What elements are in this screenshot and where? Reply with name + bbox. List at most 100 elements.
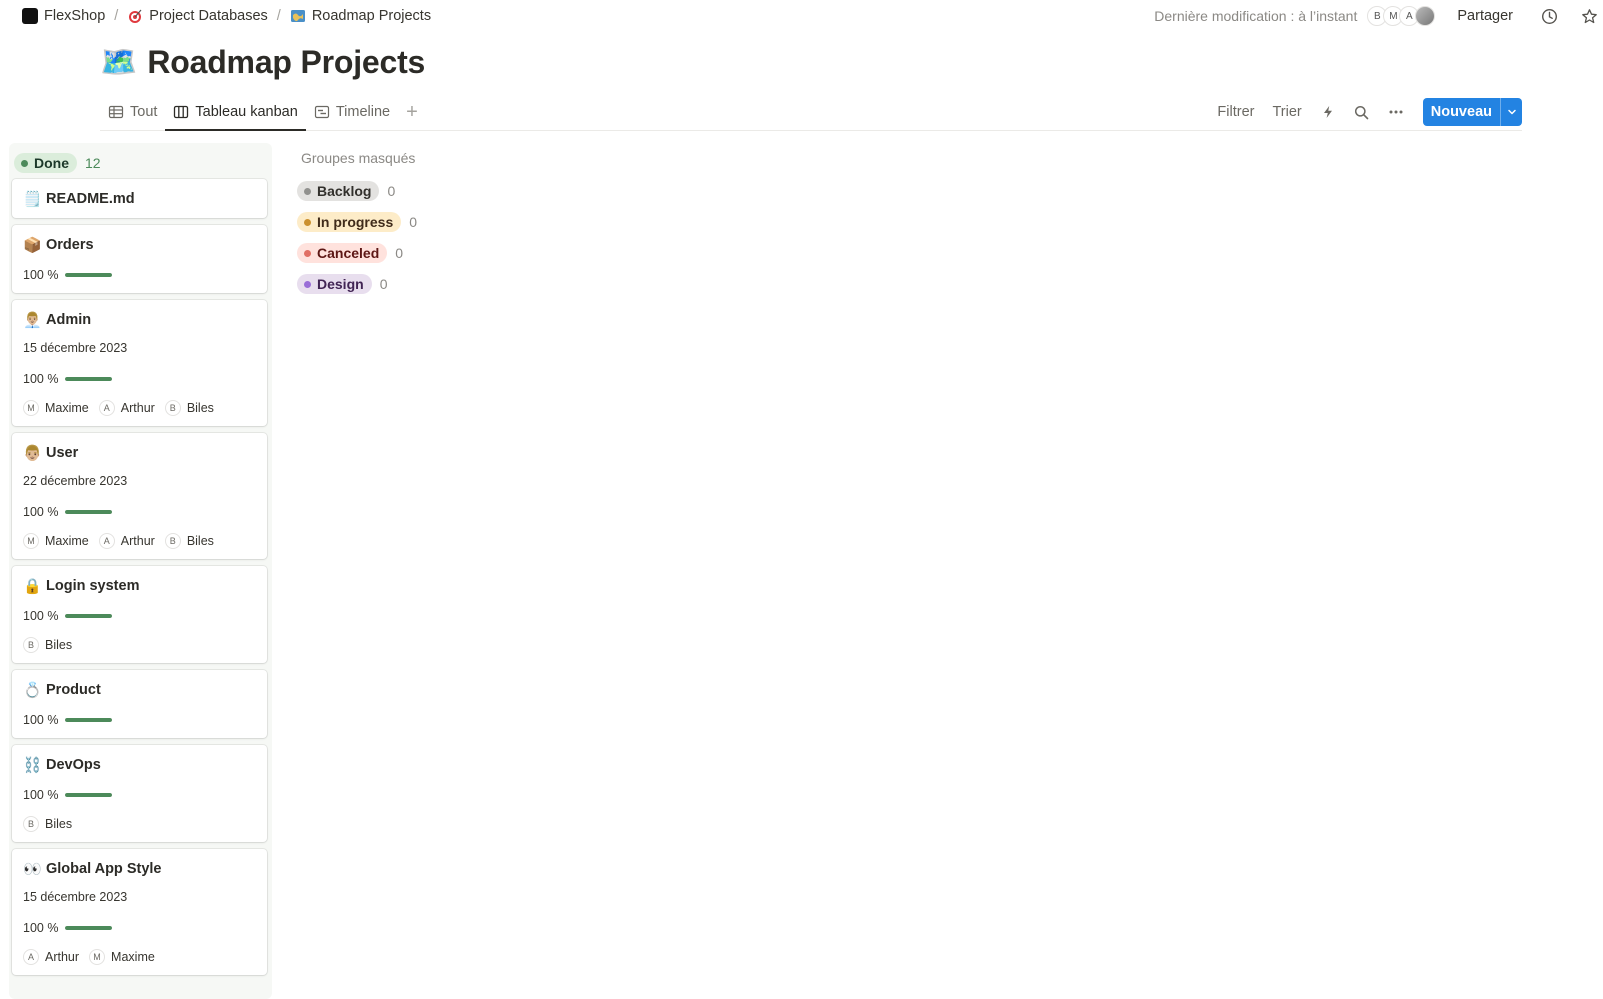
share-button[interactable]: Partager (1457, 8, 1513, 24)
progress-text: 100 % (23, 268, 59, 282)
avatar: M (23, 400, 39, 416)
history-icon[interactable] (1539, 6, 1559, 26)
progress-bar (65, 793, 113, 797)
avatar: B (23, 816, 39, 832)
progress-bar (65, 510, 113, 514)
tab-tableau-kanban[interactable]: Tableau kanban (165, 94, 307, 131)
person-tag: A Arthur (98, 400, 155, 416)
search-icon[interactable] (1350, 100, 1374, 124)
kanban-card[interactable]: 👨🏼‍💼 Admin 15 décembre 2023 100 % M Maxime A Ar… (12, 300, 267, 426)
star-icon[interactable] (1579, 6, 1599, 26)
group-label: Canceled (317, 245, 380, 261)
status-badge: In progress (297, 212, 402, 232)
card-progress: 100 % (23, 503, 256, 521)
chevron-down-icon[interactable] (1500, 98, 1522, 126)
hidden-group-row[interactable]: Canceled 0 (297, 243, 417, 263)
breadcrumb-label: Project Databases (149, 8, 268, 24)
status-dot (21, 159, 28, 167)
person-tag: B Biles (164, 533, 214, 549)
kanban-card[interactable]: 👨🏼 User 22 décembre 2023 100 % M Maxime A Arthu… (12, 433, 267, 559)
card-title: 👨🏼 User (23, 443, 256, 463)
kanban-card[interactable]: 📦 Orders 100 % (12, 225, 267, 293)
card-people: M Maxime A Arthur B Biles (23, 399, 256, 417)
kanban-card[interactable]: 👀 Global App Style 15 décembre 2023 100 % A A… (12, 849, 267, 975)
progress-text: 100 % (23, 505, 59, 519)
status-dot (304, 249, 311, 257)
breadcrumb-item-project-databases[interactable]: Project Databases (127, 8, 268, 24)
breadcrumb-separator: / (276, 8, 281, 24)
tab-timeline[interactable]: Timeline (306, 94, 398, 130)
avatar: B (23, 637, 39, 653)
kanban-card[interactable]: 💍 Product 100 % (12, 670, 267, 738)
kanban-card[interactable]: 🗒️ README.md (12, 179, 267, 218)
avatar: M (23, 533, 39, 549)
group-label: Backlog (317, 183, 372, 199)
hidden-group-row[interactable]: Design 0 (297, 274, 417, 294)
progress-text: 100 % (23, 372, 59, 386)
person-name: Maxime (45, 534, 89, 548)
add-view-icon[interactable]: + (398, 101, 426, 124)
map-icon (290, 10, 305, 22)
card-title-text: Product (46, 682, 101, 698)
avatar: B (164, 533, 181, 549)
card-icon: 👀 (23, 861, 42, 878)
tab-label: Timeline (335, 104, 391, 120)
new-button-label[interactable]: Nouveau (1423, 98, 1500, 126)
person-name: Biles (45, 817, 73, 831)
sort-button[interactable]: Trier (1265, 104, 1308, 120)
collaborator-avatars[interactable]: B M A (1367, 6, 1436, 26)
card-title: 👨🏼‍💼 Admin (23, 310, 256, 330)
card-title-text: Global App Style (46, 861, 162, 877)
avatar: A (98, 400, 115, 416)
status-badge: Design (297, 274, 372, 294)
page-title[interactable]: Roadmap Projects (147, 44, 425, 81)
card-title: 📦 Orders (23, 235, 256, 255)
hidden-group-row[interactable]: In progress 0 (297, 212, 417, 232)
progress-bar-fill (65, 377, 113, 381)
last-modified-text: Dernière modification : à l’instant (1154, 8, 1358, 24)
progress-bar (65, 926, 113, 930)
progress-text: 100 % (23, 713, 59, 727)
breadcrumb: FlexShop / Project Databases / Roadmap P… (22, 8, 431, 24)
person-tag: M Maxime (23, 400, 89, 416)
group-count: 0 (409, 214, 418, 230)
page-header: 🗺️ Roadmap Projects (100, 44, 425, 81)
card-title-text: Login system (46, 578, 140, 594)
card-icon: 🔒 (23, 578, 42, 595)
hidden-groups-title: Groupes masqués (301, 150, 416, 166)
person-name: Maxime (111, 950, 155, 964)
progress-bar-fill (65, 793, 113, 797)
card-title-text: DevOps (46, 757, 101, 773)
person-tag: B Biles (23, 637, 72, 653)
card-people: B Biles (23, 636, 256, 654)
card-date: 15 décembre 2023 (23, 890, 128, 904)
person-tag: M Maxime (23, 533, 89, 549)
card-progress: 100 % (23, 370, 256, 388)
card-progress: 100 % (23, 266, 256, 284)
breadcrumb-item-flexshop[interactable]: FlexShop (22, 8, 105, 24)
progress-bar-fill (65, 614, 113, 618)
more-icon[interactable] (1384, 100, 1408, 124)
status-badge: Done (14, 153, 77, 173)
card-progress: 100 % (23, 919, 256, 937)
group-label: In progress (317, 214, 394, 230)
status-dot (304, 218, 311, 226)
hidden-group-row[interactable]: Backlog 0 (297, 181, 417, 201)
column-header[interactable]: Done 12 (12, 147, 269, 179)
filter-button[interactable]: Filtrer (1210, 104, 1261, 120)
kanban-card[interactable]: 🔒 Login system 100 % B Biles (12, 566, 267, 663)
view-actions: Filtrer Trier Nouveau (1210, 98, 1522, 126)
avatar: B (164, 400, 181, 416)
person-name: Biles (45, 638, 73, 652)
status-dot (304, 280, 311, 288)
kanban-card[interactable]: ⛓️ DevOps 100 % B Biles (12, 745, 267, 842)
person-name: Arthur (45, 950, 80, 964)
lightning-icon[interactable] (1316, 100, 1340, 124)
breadcrumb-item-roadmap-projects[interactable]: Roadmap Projects (290, 8, 431, 24)
tab-tout[interactable]: Tout (100, 94, 165, 130)
card-icon: 👨🏼 (23, 445, 42, 462)
page-icon[interactable]: 🗺️ (100, 45, 137, 81)
new-button[interactable]: Nouveau (1422, 98, 1522, 126)
person-tag: M Maxime (89, 949, 155, 965)
person-name: Arthur (120, 534, 155, 548)
